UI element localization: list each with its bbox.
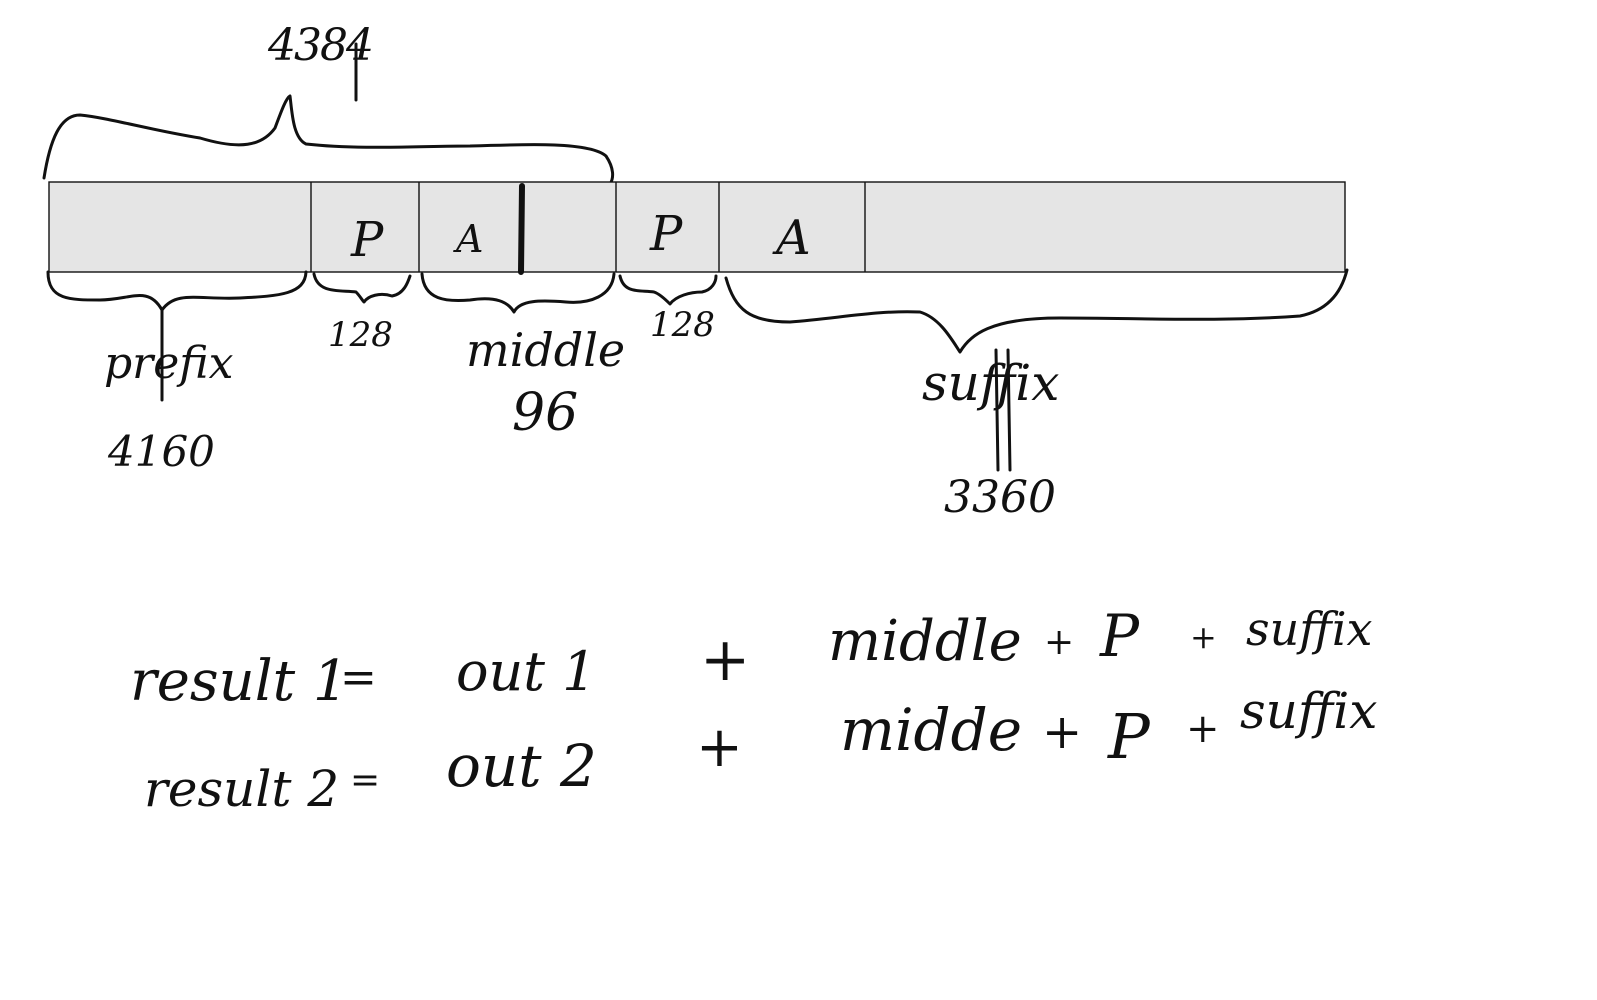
p1-brace — [312, 272, 412, 304]
p2-brace — [618, 274, 718, 306]
prefix-size: 4160 — [107, 427, 215, 476]
equation-suffix: suffix — [1246, 602, 1373, 656]
equation-plus: + — [1042, 704, 1082, 760]
middle-size: 96 — [512, 383, 578, 443]
segment-label-a1: A — [453, 217, 483, 261]
equation-out: out 1 — [456, 640, 597, 703]
segment-label-p1: P — [350, 212, 384, 268]
top-brace — [42, 94, 615, 186]
segment-label-p2: P — [649, 206, 683, 262]
p2-size: 128 — [650, 305, 715, 345]
equation-suffix: suffix — [1240, 682, 1377, 740]
equation-equals: = — [340, 652, 377, 703]
equation-p: P — [1107, 700, 1151, 773]
bar-segment-a1 — [419, 182, 616, 272]
equation-lhs: result 2 — [144, 760, 339, 818]
pen-mark — [518, 183, 525, 275]
equation-out: out 2 — [446, 732, 597, 800]
equation-middle: midde — [840, 696, 1022, 764]
bar-segment-prefix — [49, 182, 311, 272]
equation-lhs: result 1 — [130, 649, 349, 714]
bar-segment-rest — [865, 182, 1345, 272]
top-label: 4384 — [267, 20, 372, 71]
middle-label: middle — [466, 323, 625, 377]
equation-plus: + — [700, 625, 750, 695]
equation-p: P — [1099, 602, 1140, 670]
suffix-label: suffix — [922, 354, 1059, 412]
equation-plus: + — [1190, 618, 1217, 656]
a1-brace — [420, 272, 616, 314]
prefix-label: prefix — [104, 338, 234, 389]
equation-equals: = — [350, 760, 380, 801]
prefix-brace — [46, 270, 308, 312]
equation-plus: + — [696, 715, 743, 780]
diagram-canvas: 4384 P A P A prefix 4160 128 middle 96 1… — [42, 20, 1377, 818]
p1-size: 128 — [328, 315, 393, 355]
equation-middle: middle — [828, 609, 1022, 674]
equation-plus: + — [1186, 706, 1220, 752]
suffix-brace — [724, 268, 1349, 354]
suffix-size: 3360 — [944, 472, 1056, 523]
equation-plus: + — [1044, 622, 1074, 663]
bar: P A P A — [48, 181, 1346, 275]
equation-1: result 1 = out 1 + middle + P + suffix — [130, 602, 1373, 714]
segment-label-a2: A — [772, 210, 811, 266]
